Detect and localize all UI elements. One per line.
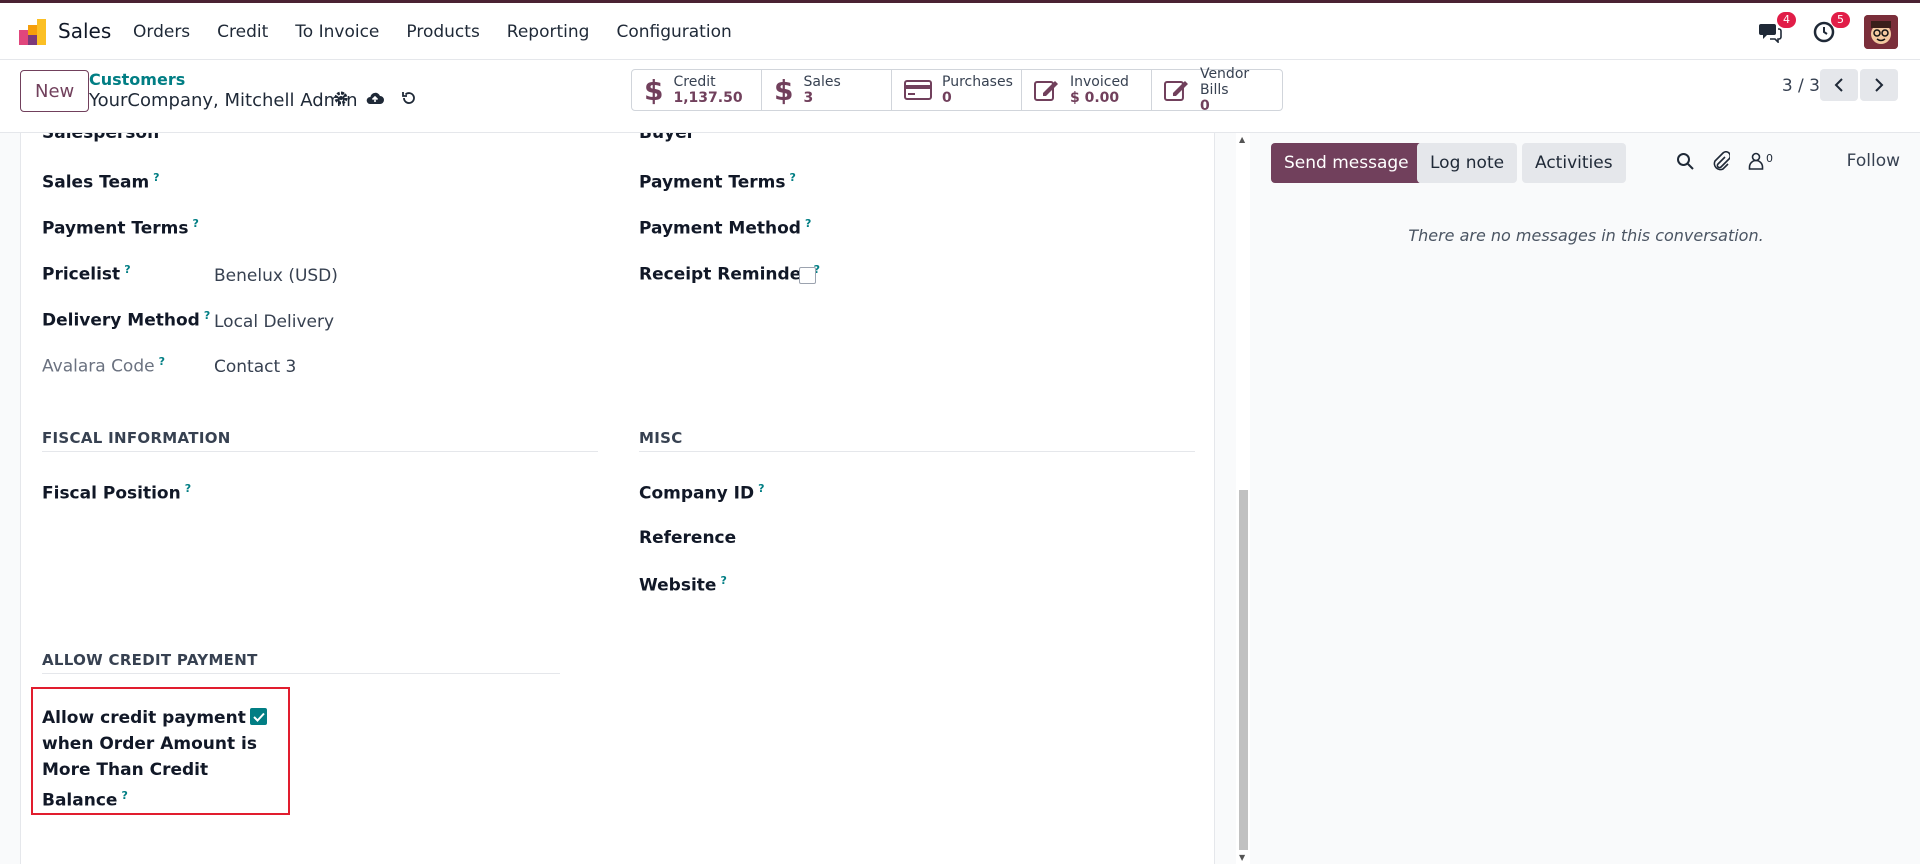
chevron-left-icon bbox=[1834, 78, 1843, 92]
payment-terms-label: Payment Terms? bbox=[42, 217, 199, 239]
dollar-icon: $ bbox=[644, 73, 664, 107]
purchases-value: 0 bbox=[942, 90, 952, 106]
form-sheet: Salesperson Sales Team? Payment Terms? P… bbox=[20, 133, 1215, 864]
record-tools bbox=[333, 90, 417, 106]
avatar-face-icon bbox=[1864, 15, 1898, 49]
credit-card-icon bbox=[904, 80, 932, 100]
main-menu: Orders Credit To Invoice Products Report… bbox=[133, 22, 759, 42]
check-icon bbox=[252, 712, 265, 722]
fiscal-information-heading: FISCAL INFORMATION bbox=[42, 429, 231, 447]
website-label: Website? bbox=[639, 574, 727, 596]
cloud-upload-icon[interactable] bbox=[365, 90, 385, 106]
allow-credit-payment-heading: ALLOW CREDIT PAYMENT bbox=[42, 651, 258, 669]
receipt-reminder-label: Receipt Reminder? bbox=[639, 263, 821, 285]
credit-value: 1,137.50 bbox=[673, 90, 743, 106]
messages-badge: 4 bbox=[1777, 12, 1796, 28]
scroll-down-arrow[interactable]: ▼ bbox=[1239, 853, 1245, 862]
send-message-button[interactable]: Send message bbox=[1271, 143, 1422, 183]
control-panel: New Customers YourCompany, Mitchell Admi… bbox=[0, 60, 1920, 133]
new-button[interactable]: New bbox=[20, 70, 90, 112]
menu-products[interactable]: Products bbox=[406, 22, 479, 42]
menu-orders[interactable]: Orders bbox=[133, 22, 190, 42]
breadcrumb-customers[interactable]: Customers bbox=[89, 70, 185, 89]
followers-button[interactable]: 0 bbox=[1748, 152, 1773, 170]
activities-badge: 5 bbox=[1831, 12, 1850, 28]
fiscal-divider bbox=[42, 451, 598, 452]
chatter-panel: Send message Log note Activities 0 Follo… bbox=[1252, 133, 1920, 864]
record-title: YourCompany, Mitchell Admin bbox=[89, 90, 358, 111]
pager-next-button[interactable] bbox=[1860, 69, 1898, 101]
invoiced-label: Invoiced bbox=[1070, 74, 1129, 90]
pager-previous-button[interactable] bbox=[1820, 69, 1858, 101]
vendor-bills-value: 0 bbox=[1199, 98, 1210, 114]
pricelist-field[interactable]: Benelux (USD) bbox=[214, 266, 338, 286]
app-name[interactable]: Sales bbox=[58, 19, 111, 43]
allow-credit-payment-label: Allow credit payment when Order Amount i… bbox=[42, 708, 257, 811]
smart-buttons: $ Credit 1,137.50 $ Sales 3 Purchases 0 bbox=[631, 66, 1283, 114]
credit-label: Credit bbox=[673, 74, 716, 90]
form-scrollbar[interactable]: ▲ ▼ bbox=[1236, 133, 1250, 864]
sales-value: 3 bbox=[803, 90, 814, 106]
user-icon bbox=[1748, 152, 1764, 170]
purchases-label: Purchases bbox=[942, 74, 1013, 90]
reference-label: Reference bbox=[639, 528, 737, 548]
avalara-code-label: Avalara Code? bbox=[42, 355, 165, 377]
menu-reporting[interactable]: Reporting bbox=[507, 22, 590, 42]
follow-button[interactable]: Follow bbox=[1847, 151, 1900, 171]
credit-divider bbox=[42, 673, 560, 674]
menu-configuration[interactable]: Configuration bbox=[616, 22, 731, 42]
activities-button[interactable]: 5 bbox=[1810, 12, 1850, 46]
misc-divider bbox=[639, 451, 1195, 452]
invoiced-smart-button[interactable]: Invoiced $ 0.00 bbox=[1022, 70, 1152, 110]
activities-chatter-button[interactable]: Activities bbox=[1522, 143, 1626, 183]
nav-systray: 4 5 bbox=[1756, 12, 1898, 49]
no-messages-text: There are no messages in this conversati… bbox=[1408, 226, 1764, 245]
fiscal-position-label: Fiscal Position? bbox=[42, 482, 192, 504]
purchases-smart-button[interactable]: Purchases 0 bbox=[892, 70, 1022, 110]
vendor-bills-smart-button[interactable]: Vendor Bills 0 bbox=[1152, 66, 1282, 114]
delivery-method-label: Delivery Method? bbox=[42, 309, 211, 331]
edit-document-icon bbox=[1164, 81, 1188, 101]
credit-smart-button[interactable]: $ Credit 1,137.50 bbox=[632, 70, 762, 110]
salesperson-label: Salesperson bbox=[42, 133, 160, 143]
payment-terms-right-label: Payment Terms? bbox=[639, 171, 796, 193]
paperclip-icon[interactable] bbox=[1712, 151, 1730, 171]
menu-credit[interactable]: Credit bbox=[217, 22, 268, 42]
sales-smart-button[interactable]: $ Sales 3 bbox=[762, 70, 892, 110]
top-navbar: Sales Orders Credit To Invoice Products … bbox=[0, 0, 1920, 60]
pager-value[interactable]: 3 / 3 bbox=[1782, 76, 1820, 96]
avalara-code-field[interactable]: Contact 3 bbox=[214, 357, 296, 377]
search-icon[interactable] bbox=[1676, 152, 1694, 170]
payment-method-label: Payment Method? bbox=[639, 217, 812, 239]
delivery-method-field[interactable]: Local Delivery bbox=[214, 312, 334, 332]
scrollbar-thumb[interactable] bbox=[1239, 490, 1248, 850]
pricelist-label: Pricelist? bbox=[42, 263, 131, 285]
buyer-label: Buyer bbox=[639, 133, 696, 143]
edit-document-icon bbox=[1034, 81, 1058, 101]
followers-count: 0 bbox=[1766, 152, 1773, 165]
company-id-label: Company ID? bbox=[639, 482, 765, 504]
chevron-right-icon bbox=[1875, 78, 1884, 92]
user-avatar[interactable] bbox=[1864, 15, 1898, 49]
sales-label: Sales bbox=[803, 74, 841, 90]
menu-to-invoice[interactable]: To Invoice bbox=[295, 22, 379, 42]
misc-heading: MISC bbox=[639, 429, 683, 447]
vendor-bills-label: Vendor Bills bbox=[1199, 66, 1250, 98]
gear-icon[interactable] bbox=[333, 90, 349, 106]
chatter-tools: 0 bbox=[1676, 151, 1773, 171]
log-note-button[interactable]: Log note bbox=[1417, 143, 1518, 183]
allow-credit-payment-checkbox[interactable] bbox=[250, 708, 267, 725]
messages-button[interactable]: 4 bbox=[1756, 12, 1796, 46]
dollar-icon: $ bbox=[774, 73, 794, 107]
sales-team-label: Sales Team? bbox=[42, 171, 160, 193]
discard-icon[interactable] bbox=[401, 90, 417, 106]
pager-buttons bbox=[1820, 69, 1898, 101]
sales-app-icon[interactable] bbox=[18, 17, 48, 47]
invoiced-value: $ 0.00 bbox=[1070, 90, 1120, 106]
receipt-reminder-checkbox[interactable] bbox=[799, 267, 816, 284]
scroll-up-arrow[interactable]: ▲ bbox=[1239, 135, 1245, 144]
